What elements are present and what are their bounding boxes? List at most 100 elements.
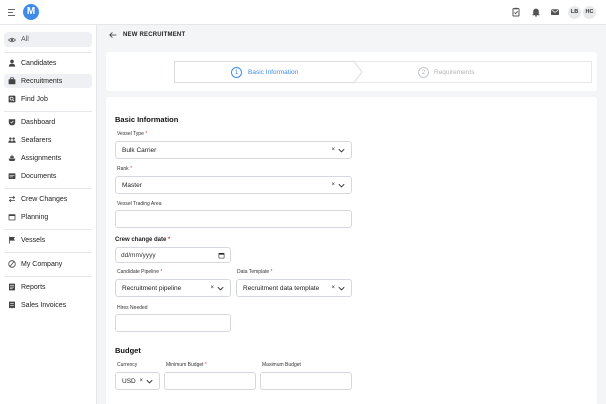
divider: [4, 252, 92, 253]
rank-label: Rank *: [117, 166, 133, 172]
avatar[interactable]: HC: [583, 6, 596, 19]
chevron-down-icon[interactable]: [146, 378, 153, 385]
clear-icon[interactable]: ×: [331, 182, 335, 188]
divider: [4, 188, 92, 189]
avatar[interactable]: LB: [568, 6, 581, 19]
sidebar-item-label: Reports: [21, 283, 46, 291]
trading-area-input[interactable]: [115, 210, 352, 228]
sidebar-item-label: Recruitments: [21, 77, 63, 85]
sidebar-item-label: Sales Invoices: [21, 301, 67, 309]
clear-icon[interactable]: ×: [331, 147, 335, 153]
sidebar-item-documents[interactable]: Documents: [4, 169, 92, 183]
currency-value: USD: [122, 377, 136, 385]
sidebar-filter-all-label: All: [21, 36, 29, 43]
briefcase-icon: [8, 77, 16, 85]
step-number-2[interactable]: 2: [418, 67, 429, 78]
search-icon: [8, 95, 16, 103]
sidebar-item-label: Crew Changes: [21, 195, 68, 203]
candidate-pipeline-label: Candidate Pipeline *: [117, 269, 163, 275]
divider: [4, 276, 92, 277]
sidebar: All Candidates Recruitments Find Job Das…: [0, 25, 97, 404]
page-header: NEW RECRUITMENT: [97, 25, 606, 47]
hires-needed-input[interactable]: [115, 314, 231, 332]
calendar-icon[interactable]: [218, 252, 225, 259]
sidebar-filter-all[interactable]: All: [4, 32, 92, 47]
sidebar-item-label: Dashboard: [21, 118, 56, 126]
maximum-budget-label: Maximum Budget: [262, 362, 301, 368]
trading-area-label: Vessel Trading Area: [117, 201, 162, 207]
sidebar-item-label: Vessels: [21, 236, 46, 244]
data-template-select[interactable]: Recruitment data template ×: [236, 279, 352, 297]
clear-icon[interactable]: ×: [210, 285, 214, 291]
calendar-icon: [8, 214, 16, 221]
person-icon: [8, 59, 16, 67]
step-number-1[interactable]: 1: [231, 67, 242, 78]
hamburger-menu-icon[interactable]: [8, 9, 15, 18]
sidebar-item-label: My Company: [21, 260, 63, 268]
chevron-down-icon[interactable]: [338, 147, 345, 154]
sidebar-item-label: Assignments: [21, 154, 62, 162]
page-title: NEW RECRUITMENT: [123, 32, 186, 38]
sidebar-item-label: Find Job: [21, 95, 48, 103]
stepper-card: 1 Basic Information 2 Requirements: [106, 52, 597, 91]
currency-select[interactable]: USD ×: [115, 372, 160, 390]
step-label-requirements[interactable]: Requirements: [434, 69, 474, 76]
chevron-down-icon[interactable]: [217, 285, 224, 292]
candidate-pipeline-select[interactable]: Recruitment pipeline ×: [115, 279, 231, 297]
sidebar-item-assignments[interactable]: Assignments: [4, 151, 92, 165]
sidebar-item-sales-invoices[interactable]: Sales Invoices: [4, 298, 92, 312]
vessel-type-select[interactable]: Bulk Carrier ×: [115, 141, 352, 159]
ship-icon: [8, 154, 16, 161]
sidebar-item-label: Candidates: [21, 59, 57, 67]
maximum-budget-input[interactable]: [260, 372, 352, 390]
sidebar-item-vessels[interactable]: Vessels: [4, 233, 92, 247]
vessel-type-value: Bulk Carrier: [122, 146, 157, 154]
clear-icon[interactable]: ×: [331, 285, 335, 291]
top-bar: M LB HC: [0, 0, 606, 25]
document-icon: [8, 173, 16, 179]
clear-icon[interactable]: ×: [139, 378, 143, 384]
swap-icon: [8, 195, 16, 203]
app-logo[interactable]: M: [23, 4, 39, 20]
building-icon: [8, 260, 16, 268]
report-icon: [9, 283, 15, 291]
sidebar-item-find-job[interactable]: Find Job: [4, 92, 92, 106]
sidebar-item-dashboard[interactable]: Dashboard: [4, 115, 92, 129]
back-arrow-icon[interactable]: [109, 31, 117, 39]
vessel-type-label: Vessel Type *: [117, 131, 148, 137]
crew-change-date-label: Crew change date *: [115, 237, 171, 243]
sidebar-item-reports[interactable]: Reports: [4, 280, 92, 294]
clipboard-icon[interactable]: [511, 7, 521, 17]
bell-icon[interactable]: [531, 7, 541, 17]
eye-icon: [8, 37, 16, 42]
candidate-pipeline-value: Recruitment pipeline: [122, 284, 182, 292]
hires-needed-label: Hires Needed: [117, 305, 148, 311]
chevron-down-icon[interactable]: [338, 285, 345, 292]
rank-select[interactable]: Master ×: [115, 176, 352, 194]
budget-heading: Budget: [115, 346, 141, 355]
mail-icon[interactable]: [550, 7, 560, 17]
minimum-budget-input[interactable]: [164, 372, 256, 390]
crew-change-date-input[interactable]: dd/mm/yyyy: [115, 247, 231, 263]
sidebar-item-label: Seafarers: [21, 136, 52, 144]
sidebar-item-my-company[interactable]: My Company: [4, 257, 92, 271]
data-template-value: Recruitment data template: [243, 284, 320, 292]
users-icon: [8, 137, 16, 143]
sidebar-item-label: Planning: [21, 213, 49, 221]
invoice-icon: [9, 301, 15, 309]
divider: [4, 111, 92, 112]
sidebar-item-seafarers[interactable]: Seafarers: [4, 133, 92, 147]
sidebar-item-recruitments[interactable]: Recruitments: [4, 74, 92, 88]
basic-information-heading: Basic Information: [115, 115, 179, 124]
sidebar-item-planning[interactable]: Planning: [4, 210, 92, 224]
minimum-budget-label: Minimum Budget *: [166, 362, 207, 368]
divider: [4, 52, 92, 53]
sidebar-item-candidates[interactable]: Candidates: [4, 56, 92, 70]
chevron-down-icon[interactable]: [338, 182, 345, 189]
crew-change-date-placeholder: dd/mm/yyyy: [121, 251, 156, 259]
data-template-label: Data Template *: [237, 269, 273, 275]
sidebar-item-crew-changes[interactable]: Crew Changes: [4, 192, 92, 206]
sidebar-item-label: Documents: [21, 172, 57, 180]
divider: [4, 229, 92, 230]
step-label-basic-information[interactable]: Basic Information: [248, 69, 298, 76]
